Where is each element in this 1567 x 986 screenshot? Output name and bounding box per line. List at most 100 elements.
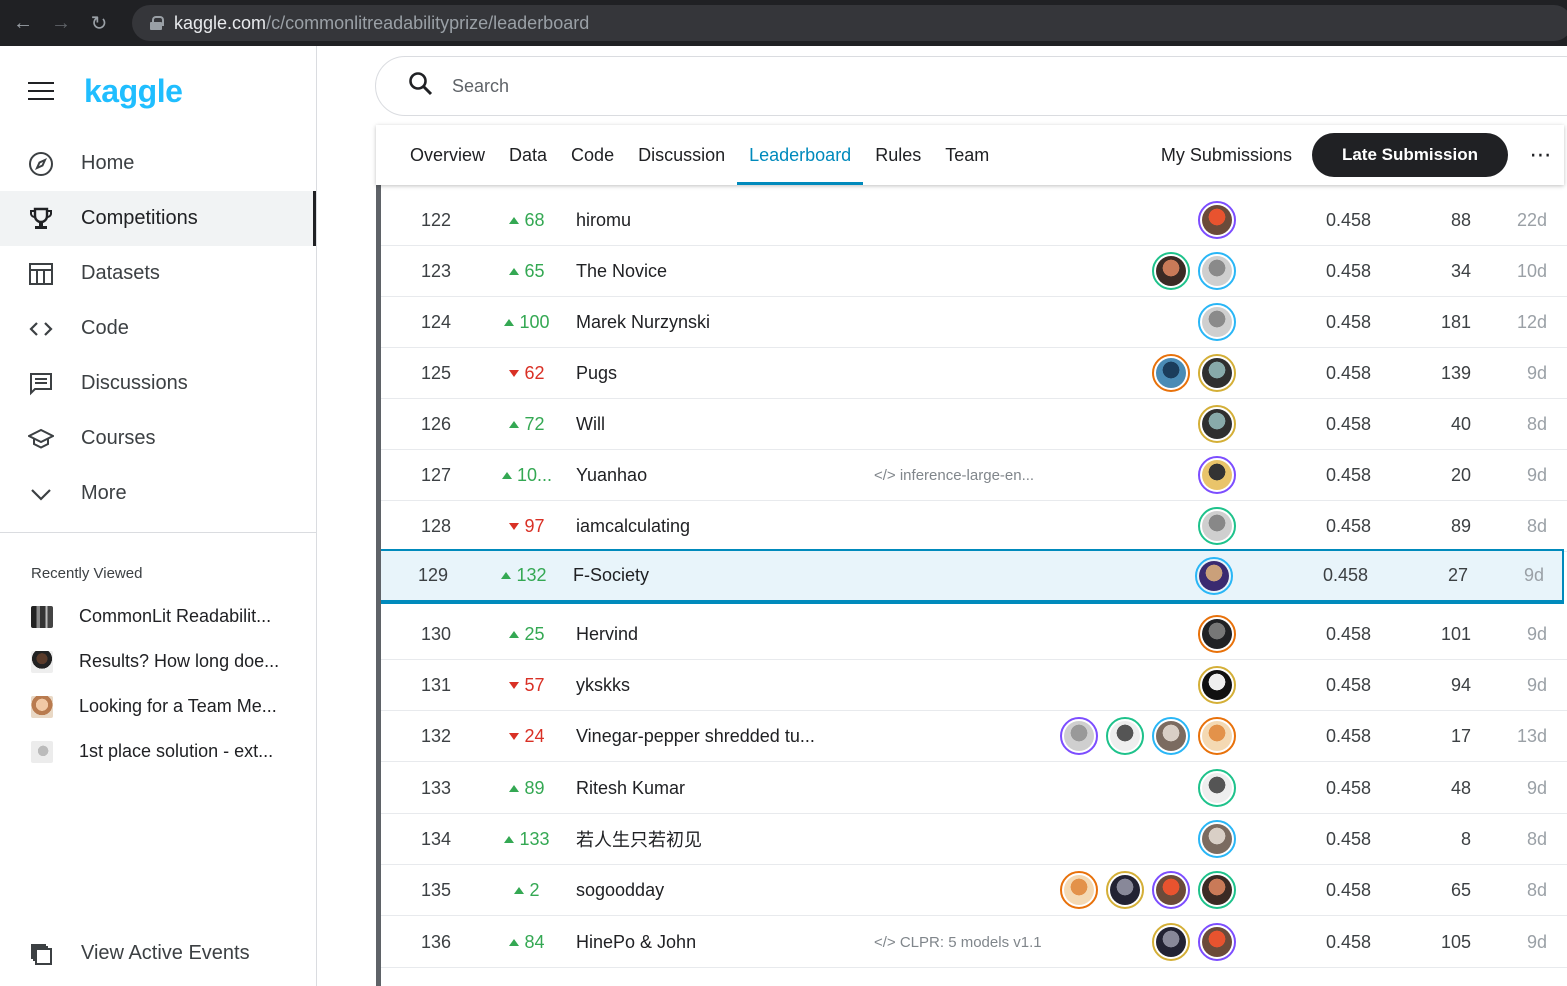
- tab-data[interactable]: Data: [497, 125, 559, 185]
- sidebar-item-datasets[interactable]: Datasets: [0, 246, 316, 301]
- school-icon: [28, 426, 54, 452]
- team-members: [1021, 348, 1236, 398]
- tab-team[interactable]: Team: [933, 125, 1001, 185]
- reload-icon[interactable]: ↻: [84, 8, 114, 38]
- table-row[interactable]: 122 68 hiromu 0.458 88 22d: [381, 195, 1567, 246]
- avatar[interactable]: [1152, 252, 1190, 290]
- team-name[interactable]: sogoodday: [576, 865, 866, 915]
- avatar[interactable]: [1152, 871, 1190, 909]
- sidebar-item-more[interactable]: More: [0, 466, 316, 521]
- score-cell: 0.458: [1301, 711, 1371, 761]
- avatar[interactable]: [1198, 354, 1236, 392]
- sidebar: kaggle Home Competitions Datasets Code D…: [0, 46, 317, 986]
- more-options-icon[interactable]: ⋯: [1526, 142, 1556, 168]
- score-cell: 0.458: [1301, 297, 1371, 347]
- sidebar-item-courses[interactable]: Courses: [0, 411, 316, 466]
- avatar[interactable]: [1198, 252, 1236, 290]
- avatar[interactable]: [1198, 615, 1236, 653]
- team-name-text: ykskks: [576, 674, 630, 695]
- team-members: [1021, 297, 1236, 347]
- address-bar[interactable]: kaggle.com/c/commonlitreadabilityprize/l…: [132, 5, 1567, 41]
- avatar[interactable]: [1106, 717, 1144, 755]
- view-active-events-button[interactable]: View Active Events: [0, 926, 316, 981]
- table-row[interactable]: 128 97 iamcalculating 0.458 89 8d: [381, 501, 1567, 552]
- avatar[interactable]: [1060, 871, 1098, 909]
- team-name[interactable]: 若人生只若初见: [576, 814, 866, 864]
- last-submission-cell: 8d: [1491, 399, 1547, 449]
- table-row[interactable]: 129 132 F-Society 0.458 27 9d: [381, 549, 1564, 604]
- menu-icon[interactable]: [28, 82, 54, 100]
- avatar[interactable]: [1198, 923, 1236, 961]
- avatar[interactable]: [1106, 871, 1144, 909]
- tab-rules[interactable]: Rules: [863, 125, 933, 185]
- entries-cell: 89: [1411, 501, 1471, 551]
- avatar[interactable]: [1152, 923, 1190, 961]
- tab-overview[interactable]: Overview: [398, 125, 497, 185]
- team-name[interactable]: The Novice: [576, 246, 866, 296]
- team-name[interactable]: ykskks: [576, 660, 866, 710]
- score-cell: 0.458: [1301, 195, 1371, 245]
- team-name[interactable]: iamcalculating: [576, 501, 866, 551]
- team-name[interactable]: HinePo & John: [576, 917, 866, 967]
- team-name[interactable]: Yuanhao: [576, 450, 866, 500]
- sidebar-item-home[interactable]: Home: [0, 136, 316, 191]
- arrow-up-icon: [509, 938, 520, 946]
- table-row[interactable]: 123 65 The Novice 0.458 34 10d: [381, 246, 1567, 297]
- late-submission-button[interactable]: Late Submission: [1311, 133, 1508, 177]
- entries-cell-text: 8: [1460, 828, 1471, 849]
- sidebar-item-competitions[interactable]: Competitions: [0, 191, 316, 246]
- table-row[interactable]: 132 24 Vinegar-pepper shredded tu... 0.458 1…: [381, 711, 1567, 762]
- search-input[interactable]: Search: [452, 76, 509, 97]
- recent-item[interactable]: Looking for a Team Me...: [0, 684, 316, 729]
- avatar[interactable]: [1198, 871, 1236, 909]
- avatar[interactable]: [1152, 717, 1190, 755]
- avatar[interactable]: [1152, 354, 1190, 392]
- kaggle-logo[interactable]: kaggle: [84, 73, 183, 110]
- avatar[interactable]: [1198, 820, 1236, 858]
- tab-code[interactable]: Code: [559, 125, 626, 185]
- avatar[interactable]: [1198, 507, 1236, 545]
- team-name[interactable]: Marek Nurzynski: [576, 297, 866, 347]
- table-row[interactable]: 124 100 Marek Nurzynski 0.458 181 12d: [381, 297, 1567, 348]
- team-name[interactable]: hiromu: [576, 195, 866, 245]
- recent-item[interactable]: 1st place solution - ext...: [0, 729, 316, 774]
- avatar[interactable]: [1195, 556, 1233, 595]
- table-row[interactable]: 135 2 sogoodday 0.458 65 8d: [381, 865, 1567, 916]
- avatar[interactable]: [1198, 405, 1236, 443]
- table-row[interactable]: 134 133 若人生只若初见 0.458 8 8d: [381, 814, 1567, 865]
- search-bar[interactable]: Search: [375, 56, 1567, 116]
- avatar[interactable]: [1198, 717, 1236, 755]
- avatar[interactable]: [1198, 303, 1236, 341]
- last-submission-cell-text: 8d: [1526, 515, 1547, 536]
- sidebar-item-discussions[interactable]: Discussions: [0, 356, 316, 411]
- rank-cell: 123: [421, 246, 481, 296]
- avatar[interactable]: [1060, 717, 1098, 755]
- recent-item[interactable]: CommonLit Readabilit...: [0, 594, 316, 639]
- team-name[interactable]: Will: [576, 399, 866, 449]
- avatar[interactable]: [1198, 769, 1236, 807]
- team-name[interactable]: F-Society: [573, 551, 863, 600]
- avatar[interactable]: [1198, 666, 1236, 704]
- tab-discussion[interactable]: Discussion: [626, 125, 737, 185]
- table-row[interactable]: 133 89 Ritesh Kumar 0.458 48 9d: [381, 763, 1567, 814]
- table-row[interactable]: 126 72 Will 0.458 40 8d: [381, 399, 1567, 450]
- recent-item[interactable]: Results? How long doe...: [0, 639, 316, 684]
- team-name[interactable]: Vinegar-pepper shredded tu...: [576, 711, 866, 761]
- table-row[interactable]: 131 57 ykskks 0.458 94 9d: [381, 660, 1567, 711]
- table-row[interactable]: 125 62 Pugs 0.458 139 9d: [381, 348, 1567, 399]
- forward-arrow-icon[interactable]: →: [46, 8, 76, 38]
- table-row[interactable]: 136 84 HinePo & John </> CLPR: 5 models v1.…: [381, 917, 1567, 968]
- avatar[interactable]: [1198, 456, 1236, 494]
- my-submissions-link[interactable]: My Submissions: [1161, 145, 1292, 166]
- entries-cell-text: 17: [1450, 725, 1471, 746]
- tab-leaderboard[interactable]: Leaderboard: [737, 125, 864, 185]
- team-name[interactable]: Hervind: [576, 609, 866, 659]
- back-arrow-icon[interactable]: ←: [8, 8, 38, 38]
- table-row[interactable]: 127 10... Yuanhao </> inference-large-en...…: [381, 450, 1567, 501]
- table-row[interactable]: 130 25 Hervind 0.458 101 9d: [381, 609, 1567, 660]
- sidebar-item-code[interactable]: Code: [0, 301, 316, 356]
- team-name[interactable]: Ritesh Kumar: [576, 763, 866, 813]
- team-name[interactable]: Pugs: [576, 348, 866, 398]
- avatar[interactable]: [1198, 201, 1236, 239]
- rank-change-value: 100: [519, 311, 550, 332]
